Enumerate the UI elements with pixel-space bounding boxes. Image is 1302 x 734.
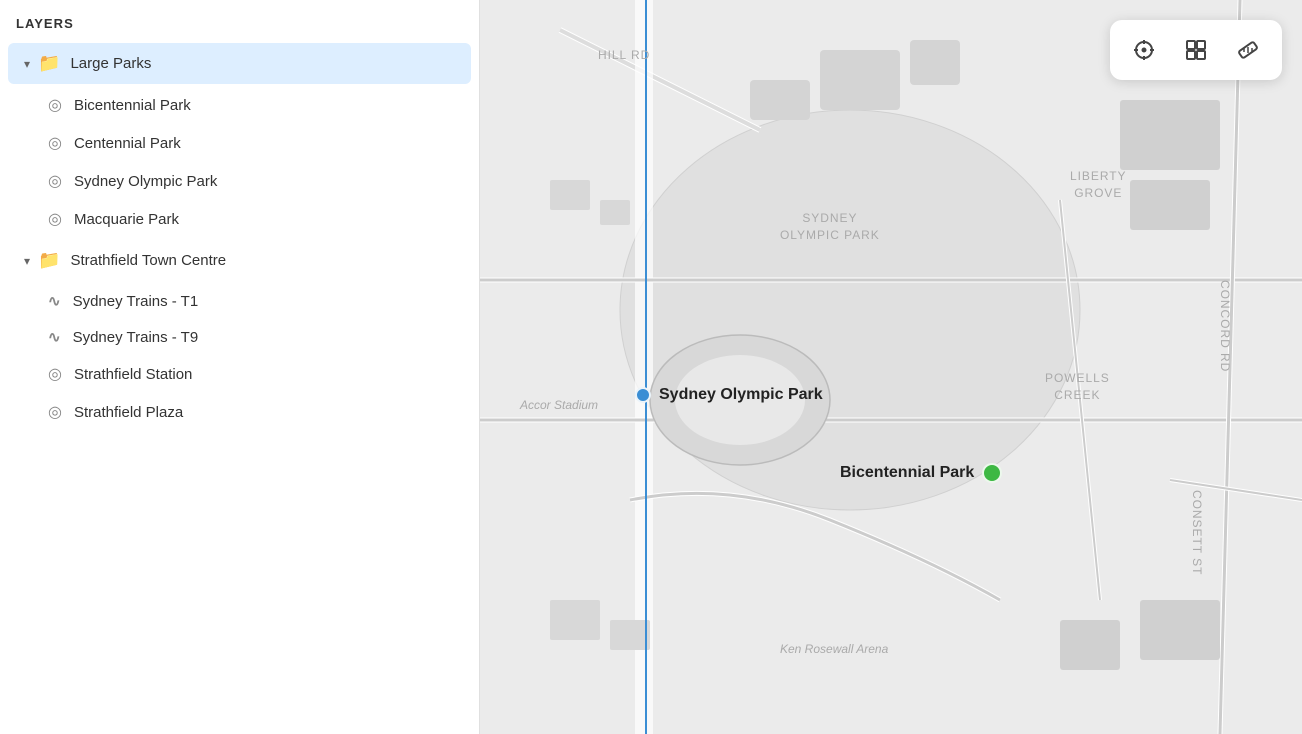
select-icon xyxy=(1184,38,1208,62)
layer-item-sydney-trains-t9[interactable]: ∿ Sydney Trains - T9 xyxy=(0,319,479,355)
layer-item-macquarie-park[interactable]: ◎ Macquarie Park xyxy=(0,200,479,238)
pin-icon: ◎ xyxy=(48,364,62,384)
layer-item-label: Sydney Trains - T1 xyxy=(73,293,199,310)
vertical-line xyxy=(645,0,647,734)
layer-item-label: Centennial Park xyxy=(74,135,181,152)
sydney-olympic-park-marker: Sydney Olympic Park xyxy=(635,386,823,404)
map-area[interactable]: SYDNEYOLYMPIC PARK LIBERTYGROVE Hill Rd … xyxy=(480,0,1302,734)
marker-dot-blue xyxy=(635,387,651,403)
crosshair-icon xyxy=(1132,38,1156,62)
layer-item-sydney-olympic-park[interactable]: ◎ Sydney Olympic Park xyxy=(0,162,479,200)
layer-item-label: Strathfield Plaza xyxy=(74,404,183,421)
folder-icon: 📁 xyxy=(38,250,60,271)
layer-item-bicentennial-park[interactable]: ◎ Bicentennial Park xyxy=(0,86,479,124)
layer-item-label: Sydney Olympic Park xyxy=(74,173,217,190)
select-button[interactable] xyxy=(1174,28,1218,72)
layer-group-label: Large Parks xyxy=(70,55,151,72)
pin-icon: ◎ xyxy=(48,133,62,153)
layer-group-strathfield[interactable]: ▾ 📁 Strathfield Town Centre xyxy=(8,240,471,281)
chevron-down-icon: ▾ xyxy=(24,57,30,71)
bicentennial-park-marker: Bicentennial Park xyxy=(840,463,1002,483)
trend-icon: ∿ xyxy=(48,328,61,346)
crosshair-button[interactable] xyxy=(1122,28,1166,72)
layer-group-label: Strathfield Town Centre xyxy=(70,252,226,269)
pin-icon: ◎ xyxy=(48,402,62,422)
measure-icon xyxy=(1236,38,1260,62)
layer-item-strathfield-station[interactable]: ◎ Strathfield Station xyxy=(0,355,479,393)
sidebar: LAYERS ▾ 📁 Large Parks ◎ Bicentennial Pa… xyxy=(0,0,480,734)
folder-icon: 📁 xyxy=(38,53,60,74)
pin-icon: ◎ xyxy=(48,95,62,115)
layers-title: LAYERS xyxy=(0,0,479,41)
layer-item-label: Macquarie Park xyxy=(74,211,179,228)
layer-item-label: Bicentennial Park xyxy=(74,97,191,114)
trend-icon: ∿ xyxy=(48,292,61,310)
sydney-olympic-park-marker-label: Sydney Olympic Park xyxy=(659,386,823,404)
layer-item-centennial-park[interactable]: ◎ Centennial Park xyxy=(0,124,479,162)
layer-item-sydney-trains-t1[interactable]: ∿ Sydney Trains - T1 xyxy=(0,283,479,319)
marker-dot-green xyxy=(982,463,1002,483)
layer-group-large-parks[interactable]: ▾ 📁 Large Parks xyxy=(8,43,471,84)
layer-item-strathfield-plaza[interactable]: ◎ Strathfield Plaza xyxy=(0,393,479,431)
bicentennial-park-marker-label: Bicentennial Park xyxy=(840,464,974,482)
map-toolbar xyxy=(1110,20,1282,80)
measure-button[interactable] xyxy=(1226,28,1270,72)
layer-item-label: Sydney Trains - T9 xyxy=(73,329,199,346)
layer-item-label: Strathfield Station xyxy=(74,366,192,383)
chevron-down-icon: ▾ xyxy=(24,254,30,268)
pin-icon: ◎ xyxy=(48,171,62,191)
pin-icon: ◎ xyxy=(48,209,62,229)
map-background xyxy=(480,0,1302,734)
